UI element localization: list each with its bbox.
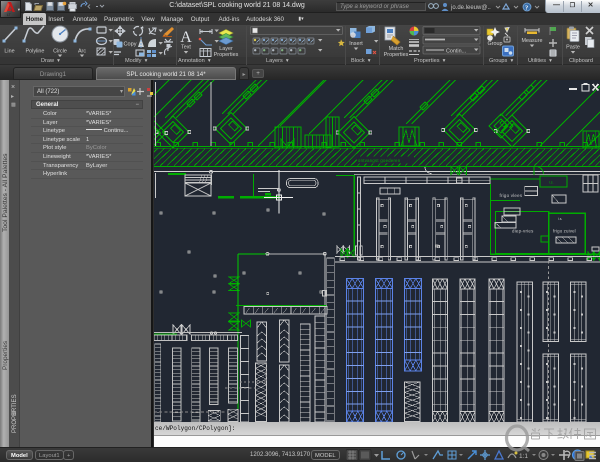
svg-text:A: A [180, 29, 192, 46]
svg-text:frigo vlees: frigo vlees [500, 193, 523, 198]
svg-text:ontvangst goederen: ontvangst goederen [358, 158, 401, 163]
svg-text:Arc: Arc [78, 49, 86, 55]
svg-text:Measure: Measure [522, 38, 543, 44]
svg-text:Insert: Insert [349, 41, 363, 47]
svg-text:Polyline: Polyline [26, 49, 45, 55]
svg-text:Contin...: Contin... [446, 49, 466, 55]
svg-text:Paste: Paste [566, 45, 580, 51]
svg-text:Circle: Circle [53, 49, 67, 55]
svg-text:Properties: Properties [214, 52, 239, 57]
svg-text:jo.de.leeuw@..: jo.de.leeuw@.. [450, 5, 491, 11]
svg-text:Copy: Copy [123, 42, 136, 48]
svg-text:diep-vries: diep-vries [512, 229, 534, 234]
svg-text:Line: Line [4, 49, 14, 55]
svg-text:1:1: 1:1 [519, 453, 528, 460]
svg-text:Properties: Properties [384, 52, 409, 57]
svg-text:?: ? [525, 5, 528, 12]
svg-text:i.s.: i.s. [549, 181, 554, 185]
svg-text:frigo zuivel: frigo zuivel [553, 229, 576, 234]
svg-text:Group: Group [488, 41, 503, 47]
svg-text:Text: Text [181, 45, 191, 51]
svg-text:i.s.: i.s. [558, 217, 562, 221]
